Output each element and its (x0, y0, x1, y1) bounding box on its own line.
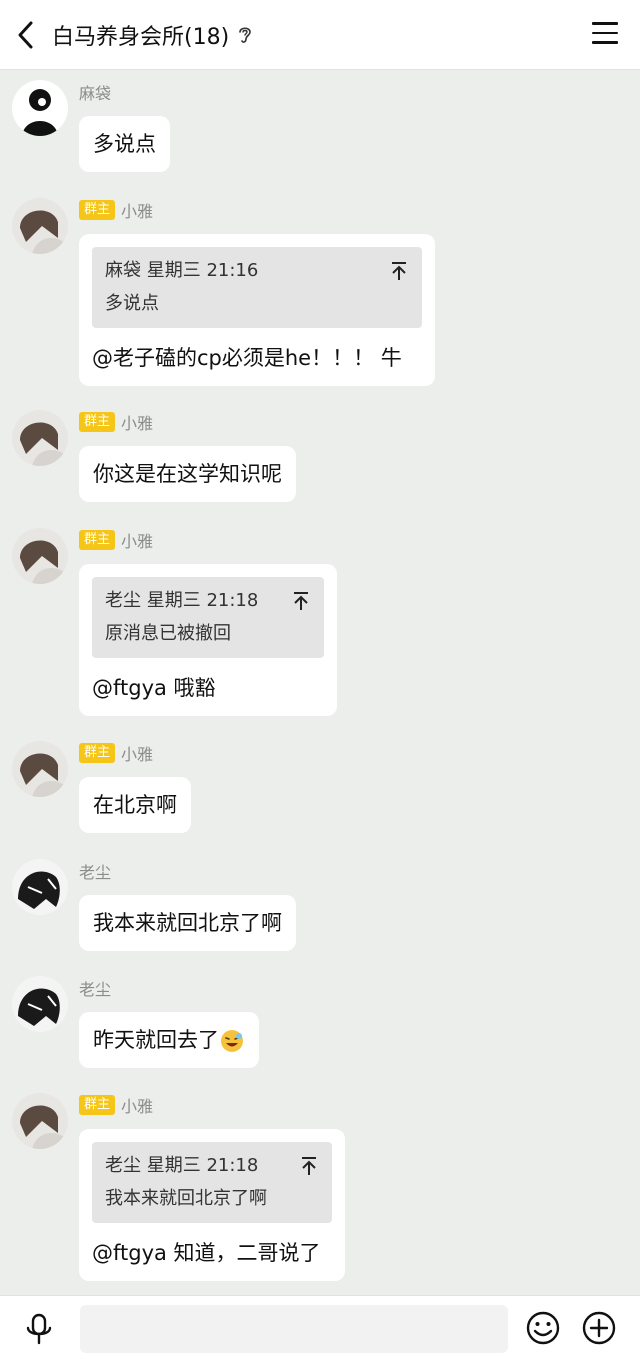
quote-header: 老尘 星期三 21:18 (105, 590, 259, 611)
sender-name: 老尘 (79, 863, 112, 882)
sender-name: 小雅 (121, 745, 154, 764)
quoted-message[interactable]: 老尘 星期三 21:18 原消息已被撤回 (92, 577, 324, 658)
message-bubble[interactable]: 在北京啊 (79, 777, 191, 833)
avatar[interactable] (12, 976, 68, 1032)
message-bubble[interactable]: 多说点 (79, 116, 170, 172)
sender-name: 小雅 (121, 202, 154, 221)
sender-name: 老尘 (79, 980, 112, 999)
input-bar (0, 1295, 640, 1361)
back-button[interactable] (0, 0, 52, 70)
sender-name: 小雅 (121, 414, 154, 433)
message-bubble[interactable]: 你这是在这学知识呢 (79, 446, 296, 502)
message-bubble[interactable]: 老尘 星期三 21:18 我本来就回北京了啊 @ftgya 知道，二哥说了 (79, 1129, 345, 1281)
owner-badge: 群主 (79, 743, 116, 763)
avatar[interactable] (12, 859, 68, 915)
quoted-message[interactable]: 麻袋 星期三 21:16 多说点 (92, 247, 422, 328)
owner-badge: 群主 (79, 200, 116, 220)
avatar[interactable] (12, 741, 68, 797)
jump-to-quote-icon[interactable] (300, 1156, 318, 1176)
message-text: 我本来就回北京了啊 (93, 911, 282, 935)
quoted-message[interactable]: 老尘 星期三 21:18 我本来就回北京了啊 (92, 1142, 332, 1223)
chat-header: 白马养身会所(18) (0, 0, 640, 70)
plus-circle-icon[interactable] (581, 1310, 617, 1346)
chat-title: 白马养身会所(18) (52, 24, 230, 50)
owner-badge: 群主 (79, 412, 116, 432)
avatar[interactable] (12, 80, 68, 136)
sender-name: 小雅 (121, 532, 154, 551)
hamburger-menu-icon[interactable] (592, 22, 618, 48)
chevron-left-icon (18, 21, 33, 48)
sender-name: 小雅 (121, 1097, 154, 1116)
avatar[interactable] (12, 1093, 68, 1149)
message-text: 你这是在这学知识呢 (93, 462, 282, 486)
microphone-icon[interactable] (22, 1312, 56, 1346)
message-bubble[interactable]: 我本来就回北京了啊 (79, 895, 296, 951)
message-bubble[interactable]: 昨天就回去了 (79, 1012, 259, 1068)
message-bubble[interactable]: 麻袋 星期三 21:16 多说点 @老子磕的cp必须是he！！！ 牛 (79, 234, 435, 386)
quote-header: 麻袋 星期三 21:16 (105, 260, 259, 281)
message-text: 多说点 (93, 132, 156, 156)
avatar[interactable] (12, 198, 68, 254)
quote-header: 老尘 星期三 21:18 (105, 1155, 259, 1176)
ear-icon[interactable] (237, 24, 253, 46)
avatar[interactable] (12, 410, 68, 466)
quote-body: 原消息已被撤回 (105, 623, 231, 644)
jump-to-quote-icon[interactable] (390, 261, 408, 281)
message-text: 昨天就回去了 (93, 1028, 219, 1052)
message-bubble[interactable]: 老尘 星期三 21:18 原消息已被撤回 @ftgya 哦豁 (79, 564, 337, 716)
message-text: @ftgya 哦豁 (92, 676, 216, 700)
message-text: 在北京啊 (93, 793, 177, 817)
laughing-emoji-icon (221, 1030, 243, 1052)
owner-badge: 群主 (79, 530, 116, 550)
avatar[interactable] (12, 528, 68, 584)
quote-body: 多说点 (105, 293, 159, 314)
jump-to-quote-icon[interactable] (292, 591, 310, 611)
owner-badge: 群主 (79, 1095, 116, 1115)
message-text: @老子磕的cp必须是he！！！ 牛 (92, 346, 402, 370)
message-text: @ftgya 知道，二哥说了 (92, 1241, 321, 1265)
sender-name: 麻袋 (79, 84, 112, 103)
quote-body: 我本来就回北京了啊 (105, 1188, 267, 1209)
message-input[interactable] (80, 1305, 508, 1353)
smiley-icon[interactable] (525, 1310, 561, 1346)
